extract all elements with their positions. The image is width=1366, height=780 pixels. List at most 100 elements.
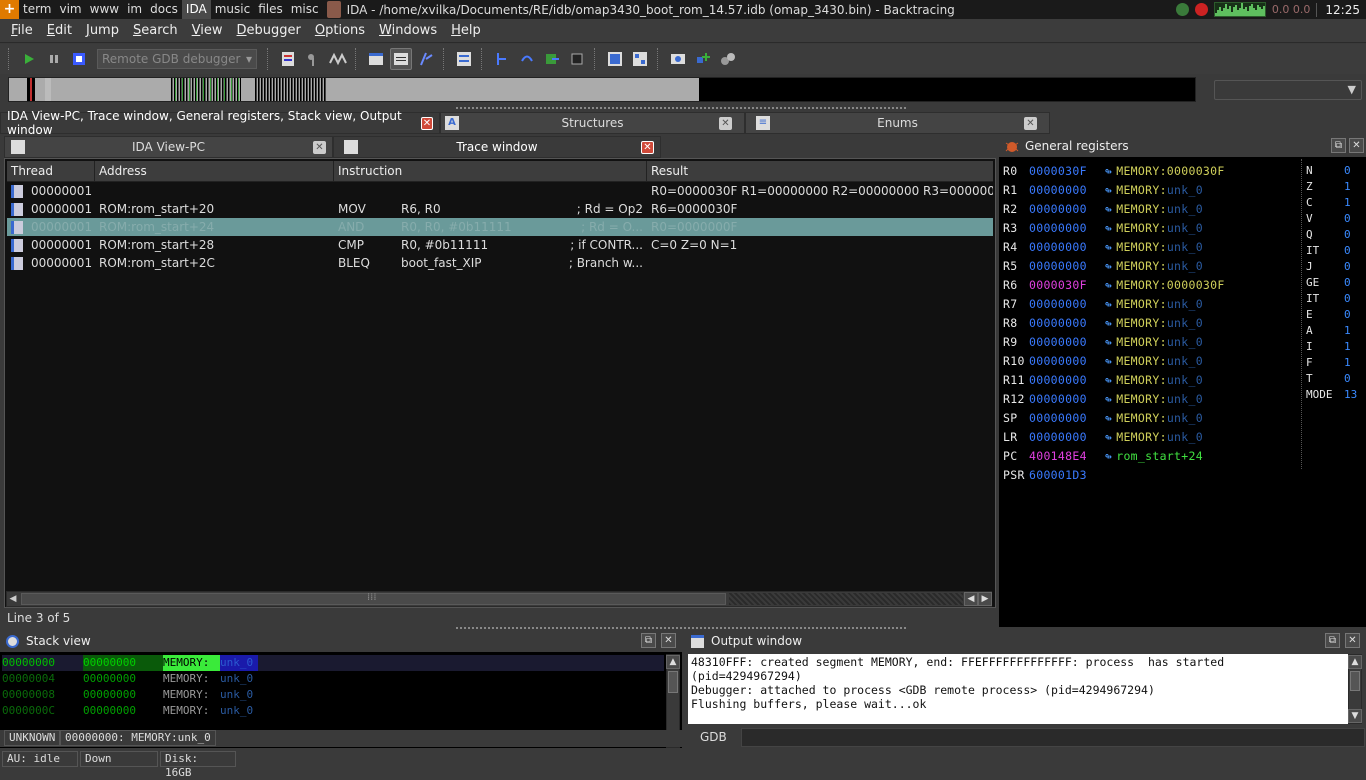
navigation-dropdown[interactable]: ▼	[1214, 80, 1362, 100]
register-target[interactable]: MEMORY:unk_0	[1116, 259, 1203, 273]
register-target[interactable]: rom_start+24	[1116, 449, 1203, 463]
float-window-icon[interactable]: ⧉	[1325, 633, 1340, 648]
close-icon[interactable]: ✕	[313, 140, 326, 154]
workspace-music[interactable]: music	[211, 0, 254, 19]
register-target[interactable]: MEMORY:unk_0	[1116, 335, 1203, 349]
register-value[interactable]: 00000000	[1029, 411, 1105, 425]
symbol-name[interactable]: unk_0	[220, 655, 258, 671]
flag-value[interactable]: 0	[1344, 308, 1351, 321]
flag-value[interactable]: 13	[1344, 388, 1357, 401]
step-over-icon[interactable]	[516, 48, 538, 70]
menu-jump[interactable]: Jump	[79, 23, 126, 38]
flag-row[interactable]: N0	[1306, 164, 1351, 177]
flag-value[interactable]: 0	[1344, 260, 1351, 273]
terminate-process-icon[interactable]	[68, 48, 90, 70]
flag-value[interactable]: 0	[1344, 228, 1351, 241]
register-value[interactable]: 00000000	[1029, 335, 1105, 349]
flag-value[interactable]: 1	[1344, 324, 1351, 337]
play-status-icon[interactable]	[1175, 3, 1189, 16]
stack-value[interactable]: 00000000	[83, 687, 163, 703]
close-icon[interactable]: ✕	[420, 116, 433, 130]
workspace-vim[interactable]: vim	[56, 0, 86, 19]
scrollbar-thumb[interactable]	[668, 671, 678, 693]
register-row-r0[interactable]: R0 0000030F ↬ MEMORY:0000030F	[1003, 164, 1225, 178]
register-row-r7[interactable]: R7 00000000 ↬ MEMORY:unk_0	[1003, 297, 1203, 311]
flag-value[interactable]: 0	[1344, 164, 1351, 177]
threads-window-icon[interactable]	[629, 48, 651, 70]
register-row-pc[interactable]: PC 400148E4 ↬ rom_start+24	[1003, 449, 1203, 463]
symbol-name[interactable]: unk_0	[220, 687, 258, 703]
flag-row[interactable]: C1	[1306, 196, 1351, 209]
workspace-im[interactable]: im	[123, 0, 146, 19]
modules-window-icon[interactable]	[604, 48, 626, 70]
register-value[interactable]: 00000000	[1029, 221, 1105, 235]
menu-windows[interactable]: Windows	[372, 23, 444, 38]
horizontal-scrollbar[interactable]: ◀ ⁞⁞⁞ ◀ ▶	[6, 591, 992, 607]
stack-value[interactable]: 00000000	[83, 703, 163, 719]
attach-process-icon[interactable]	[692, 48, 714, 70]
stack-row[interactable]: 00000000 00000000 MEMORY: unk_0	[2, 655, 664, 671]
flag-row[interactable]: E0	[1306, 308, 1351, 321]
workspace-docs[interactable]: docs	[146, 0, 182, 19]
flag-row[interactable]: IT 0	[1306, 292, 1351, 305]
start-process-icon[interactable]	[18, 48, 40, 70]
scrollbar-thumb[interactable]: ⁞⁞⁞	[21, 592, 726, 605]
register-value[interactable]: 00000000	[1029, 202, 1105, 216]
flag-row[interactable]: F1	[1306, 356, 1351, 369]
tab-trace-window[interactable]: Trace window ✕	[333, 136, 661, 158]
register-target[interactable]: MEMORY:unk_0	[1116, 221, 1203, 235]
cli-label[interactable]: GDB	[700, 730, 727, 744]
register-target[interactable]: MEMORY:unk_0	[1116, 411, 1203, 425]
symbol-name[interactable]: unk_0	[220, 703, 258, 719]
register-value[interactable]: 00000000	[1029, 259, 1105, 273]
register-row-r10[interactable]: R10 00000000 ↬ MEMORY:unk_0	[1003, 354, 1203, 368]
column-header-thread[interactable]: Thread	[7, 161, 95, 181]
trace-row[interactable]: 00000001 ROM:rom_start+28 CMP R0, #0b11111;…	[7, 236, 993, 254]
tab-structures[interactable]: A Structures ✕	[440, 112, 745, 134]
flag-value[interactable]: 0	[1344, 212, 1351, 225]
flag-row[interactable]: Q0	[1306, 228, 1351, 241]
register-target[interactable]: MEMORY:unk_0	[1116, 297, 1203, 311]
workspace-files[interactable]: files	[254, 0, 287, 19]
flag-value[interactable]: 1	[1344, 196, 1351, 209]
column-header-address[interactable]: Address	[95, 161, 334, 181]
symbol-name[interactable]: unk_0	[220, 671, 258, 687]
flag-row[interactable]: Z1	[1306, 180, 1351, 193]
register-row-sp[interactable]: SP 00000000 ↬ MEMORY:unk_0	[1003, 411, 1203, 425]
register-row-psr[interactable]: PSR 600001D3	[1003, 468, 1105, 482]
register-target[interactable]: MEMORY:unk_0	[1116, 430, 1203, 444]
stack-value[interactable]: 00000000	[83, 655, 163, 671]
flag-row[interactable]: I1	[1306, 340, 1351, 353]
register-value[interactable]: 00000000	[1029, 316, 1105, 330]
flag-row[interactable]: V0	[1306, 212, 1351, 225]
register-target[interactable]: MEMORY:0000030F	[1116, 278, 1224, 292]
detach-process-icon[interactable]	[717, 48, 739, 70]
trace-row[interactable]: 00000001 R0=0000030F R1=00000000 R2=00000…	[7, 182, 993, 200]
register-value[interactable]: 00000000	[1029, 373, 1105, 387]
search-direction[interactable]: Down	[80, 750, 158, 767]
trace-row[interactable]: 00000001 ROM:rom_start+2C BLEQ boot_fast_XI…	[7, 254, 993, 272]
register-target[interactable]: MEMORY:unk_0	[1116, 373, 1203, 387]
add-breakpoint-icon[interactable]	[302, 48, 324, 70]
tab-ida-view-pc[interactable]: IDA View-PC ✕	[4, 136, 333, 158]
column-header-instruction[interactable]: Instruction	[334, 161, 647, 181]
register-value[interactable]: 00000000	[1029, 354, 1105, 368]
workspace-www[interactable]: www	[86, 0, 123, 19]
pause-process-icon[interactable]	[43, 48, 65, 70]
scrollbar-track[interactable]	[729, 593, 963, 605]
register-row-r8[interactable]: R8 00000000 ↬ MEMORY:unk_0	[1003, 316, 1203, 330]
float-window-icon[interactable]: ⧉	[1331, 138, 1346, 153]
menu-debugger[interactable]: Debugger	[230, 23, 308, 38]
flag-row[interactable]: MODE 13	[1306, 388, 1357, 401]
run-to-cursor-icon[interactable]	[541, 48, 563, 70]
record-status-icon[interactable]	[1194, 3, 1208, 16]
register-target[interactable]: MEMORY:unk_0	[1116, 202, 1203, 216]
stack-row[interactable]: 00000004 00000000 MEMORY: unk_0	[2, 671, 664, 687]
register-target[interactable]: MEMORY:unk_0	[1116, 183, 1203, 197]
wm-logo-icon[interactable]: +	[0, 0, 19, 19]
register-row-lr[interactable]: LR 00000000 ↬ MEMORY:unk_0	[1003, 430, 1203, 444]
tracing-options-icon[interactable]	[327, 48, 349, 70]
close-icon[interactable]: ✕	[1349, 138, 1364, 153]
scrollbar-thumb[interactable]	[1350, 671, 1360, 691]
workspace-term[interactable]: term	[19, 0, 56, 19]
